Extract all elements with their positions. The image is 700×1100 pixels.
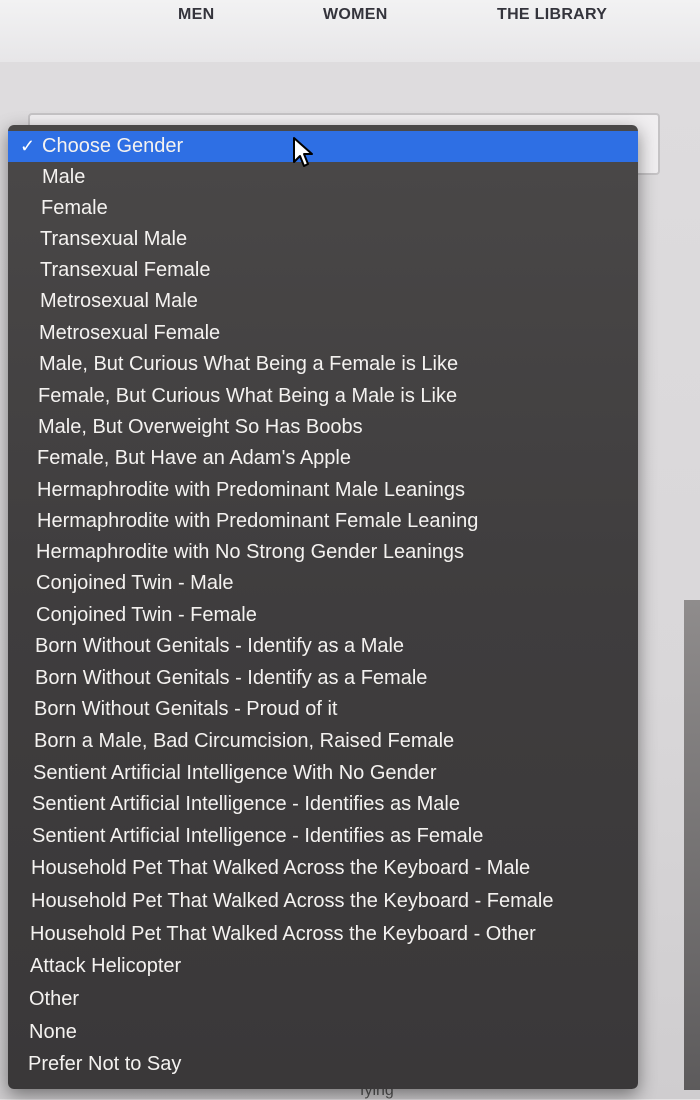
option-choose-gender[interactable]: ✓ Choose Gender <box>8 131 638 162</box>
option-label: Conjoined Twin - Male <box>36 572 234 594</box>
dropdown-option[interactable]: Prefer Not to Say <box>8 1049 638 1080</box>
mouse-cursor-icon <box>293 137 313 167</box>
dropdown-option[interactable]: Female <box>8 193 638 224</box>
dropdown-option[interactable]: Male <box>8 162 638 193</box>
dropdown-option[interactable]: Sentient Artificial Intelligence - Ident… <box>8 789 638 820</box>
dropdown-option[interactable]: Born Without Genitals - Identify as a Fe… <box>8 663 638 694</box>
option-label: Female <box>41 197 108 219</box>
option-label: None <box>29 1021 77 1043</box>
option-label: Sentient Artificial Intelligence With No… <box>33 762 437 784</box>
option-label: Household Pet That Walked Across the Key… <box>30 923 536 945</box>
gender-dropdown-menu[interactable]: ✓ Choose Gender Male Female Transexual Male T… <box>8 125 638 1089</box>
option-label: Female, But Have an Adam's Apple <box>37 447 351 469</box>
option-label: Hermaphrodite with Predominant Female Le… <box>37 510 479 532</box>
nav-link-women[interactable]: WOMEN <box>323 6 388 24</box>
option-label: Male <box>42 166 86 188</box>
option-label: Born Without Genitals - Identify as a Ma… <box>35 635 405 657</box>
dropdown-option[interactable]: Metrosexual Male <box>8 286 638 317</box>
option-label: Metrosexual Male <box>40 290 198 312</box>
option-label: Male, But Curious What Being a Female is… <box>39 353 459 375</box>
dropdown-option[interactable]: Hermaphrodite with Predominant Male Lean… <box>8 475 638 506</box>
option-label: Born a Male, Bad Circumcision, Raised Fe… <box>34 730 455 752</box>
dropdown-option[interactable]: Conjoined Twin - Female <box>8 600 638 631</box>
option-label: Hermaphrodite with Predominant Male Lean… <box>37 479 466 501</box>
dropdown-option[interactable]: Male, But Overweight So Has Boobs <box>8 412 638 443</box>
dropdown-option[interactable]: Household Pet That Walked Across the Key… <box>8 919 638 950</box>
option-label: Hermaphrodite with No Strong Gender Lean… <box>36 541 465 563</box>
option-label: Sentient Artificial Intelligence - Ident… <box>32 825 484 847</box>
option-label: Male, But Overweight So Has Boobs <box>38 416 363 438</box>
dropdown-option[interactable]: Household Pet That Walked Across the Key… <box>8 886 638 917</box>
dropdown-option[interactable]: Female, But Curious What Being a Male is… <box>8 381 638 412</box>
option-label: Born Without Genitals - Proud of it <box>34 698 338 720</box>
nav-link-library[interactable]: THE LIBRARY <box>497 6 607 24</box>
dropdown-option[interactable]: Attack Helicopter <box>8 951 638 982</box>
option-label: Conjoined Twin - Female <box>36 604 257 626</box>
dropdown-option[interactable]: Hermaphrodite with Predominant Female Le… <box>8 506 638 537</box>
option-label: Household Pet That Walked Across the Key… <box>31 857 531 879</box>
dropdown-option[interactable]: Male, But Curious What Being a Female is… <box>8 349 638 380</box>
nav-link-men[interactable]: MEN <box>178 6 214 24</box>
dropdown-option[interactable]: Transexual Male <box>8 224 638 255</box>
dropdown-option[interactable]: Household Pet That Walked Across the Key… <box>8 853 638 884</box>
option-label: Sentient Artificial Intelligence - Ident… <box>32 793 460 815</box>
option-label: Household Pet That Walked Across the Key… <box>31 890 554 912</box>
dropdown-option[interactable]: Transexual Female <box>8 255 638 286</box>
dropdown-option[interactable]: Born Without Genitals - Identify as a Ma… <box>8 631 638 662</box>
checkmark-icon: ✓ <box>20 136 36 156</box>
dropdown-option[interactable]: Born a Male, Bad Circumcision, Raised Fe… <box>8 726 638 757</box>
option-label: Female, But Curious What Being a Male is… <box>38 385 458 407</box>
dropdown-option[interactable]: Female, But Have an Adam's Apple <box>8 443 638 474</box>
option-label: Attack Helicopter <box>30 955 182 977</box>
option-label: Other <box>29 988 80 1010</box>
dropdown-option[interactable]: Born Without Genitals - Proud of it <box>8 694 638 725</box>
dropdown-option[interactable]: Hermaphrodite with No Strong Gender Lean… <box>8 537 638 568</box>
dropdown-option[interactable]: Metrosexual Female <box>8 318 638 349</box>
dropdown-option[interactable]: Sentient Artificial Intelligence - Ident… <box>8 821 638 852</box>
dropdown-option[interactable]: Sentient Artificial Intelligence With No… <box>8 758 638 789</box>
dropdown-option[interactable]: None <box>8 1017 638 1048</box>
dropdown-option[interactable]: Conjoined Twin - Male <box>8 568 638 599</box>
option-label: Transexual Male <box>40 228 188 250</box>
top-navigation: MEN WOMEN THE LIBRARY <box>0 0 700 62</box>
option-label: Born Without Genitals - Identify as a Fe… <box>35 667 428 689</box>
option-label: Choose Gender <box>42 135 184 157</box>
option-label: Transexual Female <box>40 259 211 281</box>
option-label: Metrosexual Female <box>39 322 221 344</box>
dropdown-option[interactable]: Other <box>8 984 638 1015</box>
background-image-fragment <box>684 600 700 1090</box>
option-label: Prefer Not to Say <box>28 1053 182 1075</box>
